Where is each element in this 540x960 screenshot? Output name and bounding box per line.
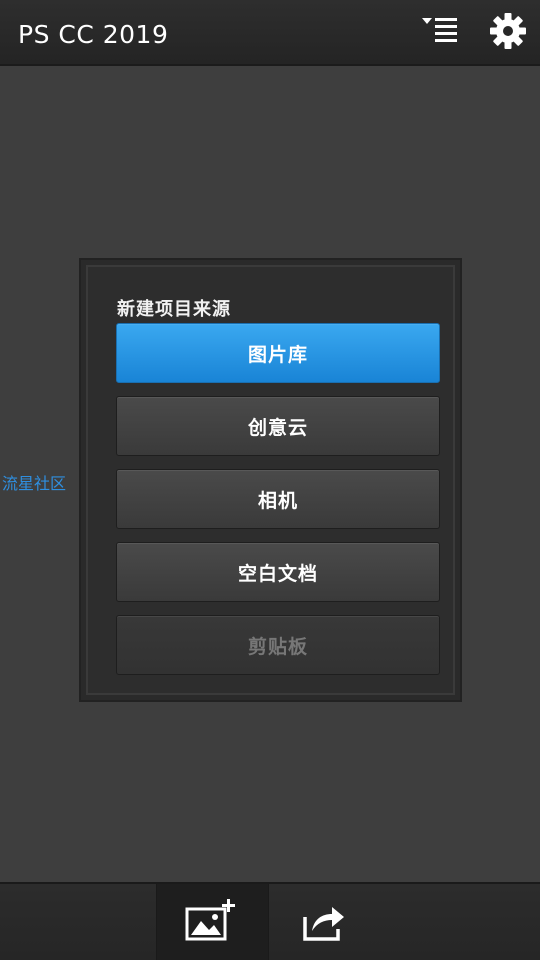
app-window: PS CC 2019 流星社区 新建项目来源 图片库 创意云 相机 空白文档 剪… xyxy=(0,0,540,960)
add-image-button[interactable] xyxy=(183,897,241,943)
dialog-panel: 新建项目来源 图片库 创意云 相机 空白文档 剪贴板 xyxy=(86,265,455,695)
app-title: PS CC 2019 xyxy=(18,20,169,49)
list-menu-icon xyxy=(422,18,457,42)
dialog-title: 新建项目来源 xyxy=(117,299,231,320)
clipboard-button: 剪贴板 xyxy=(116,615,440,675)
share-button[interactable] xyxy=(300,901,348,943)
camera-button[interactable]: 相机 xyxy=(116,469,440,529)
creative-cloud-button[interactable]: 创意云 xyxy=(116,396,440,456)
settings-button[interactable] xyxy=(487,10,529,52)
gear-icon xyxy=(490,13,526,49)
share-icon xyxy=(303,907,344,941)
new-project-dialog: 新建项目来源 图片库 创意云 相机 空白文档 剪贴板 xyxy=(79,258,462,702)
menu-button[interactable] xyxy=(420,14,462,48)
blank-document-button[interactable]: 空白文档 xyxy=(116,542,440,602)
add-image-icon xyxy=(185,899,235,941)
community-link[interactable]: 流星社区 xyxy=(2,470,66,494)
bottom-bar xyxy=(0,882,540,960)
top-bar: PS CC 2019 xyxy=(0,0,540,66)
photo-library-button[interactable]: 图片库 xyxy=(116,323,440,383)
bottom-bar-left-segment xyxy=(0,884,157,960)
